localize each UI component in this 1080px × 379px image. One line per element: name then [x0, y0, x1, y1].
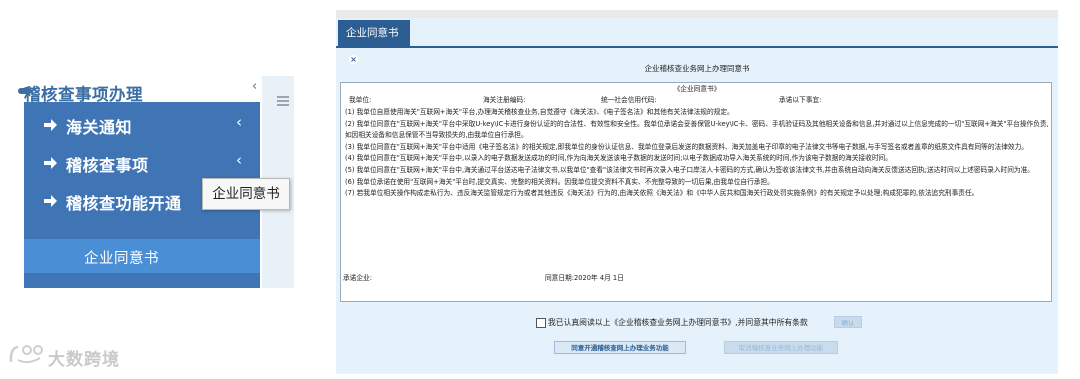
sign-in-icon [44, 157, 57, 169]
tab-enterprise-consent[interactable]: 企业同意书× [338, 20, 410, 64]
sidebar-item-label: 稽核查功能开通 [66, 194, 182, 213]
agree-activate-button[interactable]: 同意开通稽核查网上办理业务功能 [554, 341, 686, 354]
watermark-text: 大数跨境 [48, 350, 120, 370]
agreement-fields: 我单位: 海关注册编码: 统一社会信用代码: 承诺以下事宜: [349, 95, 1049, 107]
agreement-clause: (7) 若我单位相关操作构成走私行为、违反海关监管规定行为或者其他违反《海关法》… [345, 189, 979, 198]
watermark: 大数跨境 [8, 342, 119, 370]
document-title: 企业稽核查业务网上办理同意书 [644, 64, 750, 73]
sidebar-item-label: 海关通知 [66, 118, 133, 137]
field-credit-code: 统一社会信用代码: [601, 96, 657, 104]
sidebar-item-audit-matters[interactable]: 稽核查事项 ‹ [24, 144, 260, 182]
field-unit: 我单位: [349, 96, 372, 104]
agreement-clause: (5) 我单位同意在"互联网+海关"平台中,海关通过平台送达电子法律文书,以我单… [345, 165, 1034, 174]
collapse-icon[interactable]: ‹ [252, 79, 257, 94]
field-promise: 承诺以下事宜: [779, 96, 822, 104]
sidebar-item-label: 稽核查事项 [66, 156, 149, 175]
consent-date: 同意日期:2020年 4月 1日 [545, 274, 624, 282]
agreement-heading: 《企业同意书》 [673, 85, 721, 93]
chevron-left-icon: ‹ [236, 113, 242, 131]
menu-tooltip: 企业同意书 [202, 178, 290, 210]
agreement-clause: (2) 我单位同意在"互联网+海关"平台中采取U-key\IC卡进行身份认证的的… [345, 119, 1049, 140]
agreement-clause: (3) 我单位同意在"互联网+海关"平台中适用《电子签名法》的相关规定,即我单位… [345, 142, 1028, 151]
hamburger-icon[interactable] [277, 96, 289, 106]
agreement-clause: (6) 我单位承诺在使用"互联网+海关"平台时,提交真实、完整的相关资料。因我单… [345, 177, 774, 186]
agreement-clause: (4) 我单位同意在"互联网+海关"平台中,以录入的电子数据发送成功的时间,作为… [345, 154, 892, 163]
agreement-box[interactable]: 《企业同意书》 我单位: 海关注册编码: 统一社会信用代码: 承诺以下事宜: (… [340, 82, 1052, 302]
sidebar-subitem-enterprise-consent[interactable]: 企业同意书 [24, 239, 260, 273]
agreement-clause: (1) 我单位自愿使用海关"互联网+海关"平台,办理海关稽核查业务,自觉遵守《海… [345, 108, 734, 116]
consent-text: 我已认真阅读以上《企业稽核查业务网上办理同意书》,并同意其中所有条款 [548, 318, 808, 327]
field-customs-code: 海关注册编码: [483, 96, 526, 104]
tab-label: 企业同意书 [346, 27, 399, 39]
chevron-left-icon: ‹ [236, 151, 242, 169]
watermark-logo-icon [9, 345, 43, 364]
sidebar-header: 稽核查事项办理 ‹ [18, 76, 274, 104]
sidebar-item-customs-notice[interactable]: 海关通知 ‹ [24, 106, 260, 144]
sign-in-icon [44, 195, 57, 207]
main-panel: 企业同意书× 企业稽核查业务网上办理同意书 《企业同意书》 我单位: 海关注册编… [336, 10, 1058, 374]
sidebar-subitem-label: 企业同意书 [84, 251, 159, 267]
sign-in-icon [44, 119, 57, 131]
cancel-activation-button[interactable]: 取消稽核查业务网上办理功能 [724, 341, 838, 354]
signer-label: 承诺企业: [343, 274, 373, 282]
tab-underline [336, 46, 1058, 48]
confirm-button[interactable]: 确认 [834, 316, 862, 328]
top-bar [336, 10, 1058, 18]
consent-checkbox[interactable] [536, 318, 546, 328]
agreement-footer: 承诺企业: 同意日期:2020年 4月 1日 [343, 273, 1043, 285]
sidebar-menu-bottom [24, 273, 260, 288]
agreement-body: (1) 我单位自愿使用海关"互联网+海关"平台,办理海关稽核查业务,自觉遵守《海… [345, 107, 1049, 200]
